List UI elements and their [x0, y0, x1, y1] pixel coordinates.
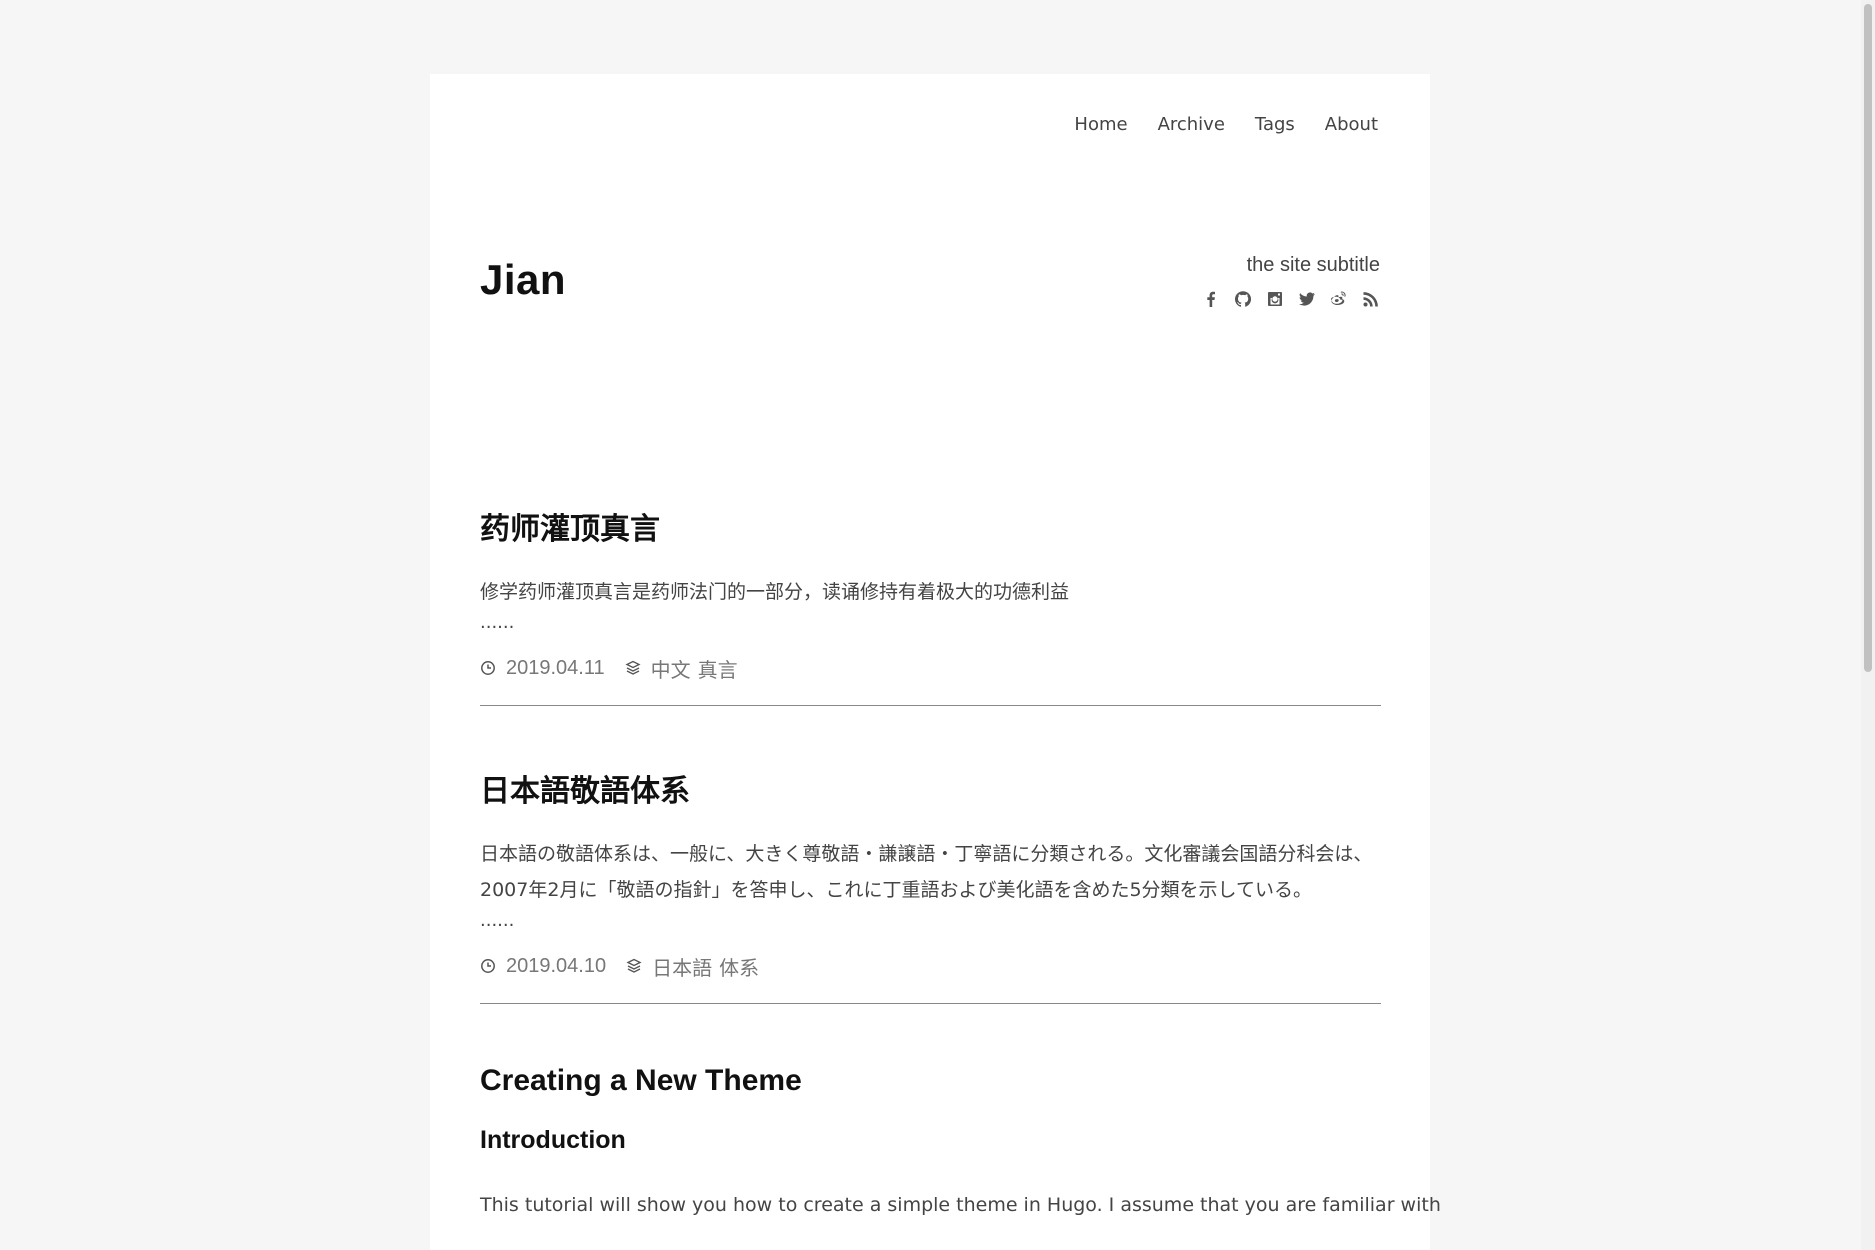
post-title[interactable]: 日本語敬語体系	[480, 766, 1381, 810]
github-icon[interactable]	[1234, 290, 1252, 308]
scrollbar[interactable]	[1861, 0, 1875, 1250]
layers-icon	[626, 958, 644, 976]
tag-link[interactable]: 真言	[698, 660, 738, 682]
clock-icon	[480, 660, 498, 678]
layers-icon	[625, 660, 643, 678]
site-title[interactable]: Jian	[480, 256, 566, 304]
nav-archive[interactable]: Archive	[1158, 114, 1225, 135]
top-nav: Home Archive Tags About	[1074, 114, 1378, 135]
page-card: Home Archive Tags About Jian the site su…	[430, 74, 1441, 1250]
nav-home[interactable]: Home	[1074, 114, 1127, 135]
nav-about[interactable]: About	[1325, 114, 1378, 135]
social-links	[1202, 290, 1380, 308]
post-date: 2019.04.11	[506, 657, 605, 679]
tag-link[interactable]: 中文	[651, 660, 691, 682]
post-item: 药师灌顶真言 修学药师灌顶真言是药师法门的一部分，读诵修持有着极大的功德利益 .…	[480, 504, 1381, 706]
instagram-icon[interactable]	[1266, 290, 1284, 308]
post-ellipsis: ......	[480, 612, 515, 633]
post-meta: 2019.04.10 日本語 体系	[480, 952, 1381, 981]
post-item: 日本語敬語体系 日本語の敬語体系は、一般に、大きく尊敬語・謙譲語・丁寧語に分類さ…	[480, 766, 1381, 1004]
clock-icon	[480, 958, 498, 976]
post-tags: 中文 真言	[651, 654, 745, 683]
site-subtitle: the site subtitle	[1246, 254, 1380, 276]
twitter-icon[interactable]	[1298, 290, 1316, 308]
post-list: 药师灌顶真言 修学药师灌顶真言是药师法门的一部分，读诵修持有着极大的功德利益 .…	[480, 504, 1441, 1223]
post-ellipsis: ......	[480, 910, 515, 931]
scrollbar-thumb[interactable]	[1864, 4, 1872, 672]
post-date: 2019.04.10	[506, 955, 607, 977]
post-meta: 2019.04.11 中文 真言	[480, 654, 1381, 683]
post-title[interactable]: 药师灌顶真言	[480, 504, 1381, 548]
facebook-icon[interactable]	[1202, 290, 1220, 308]
tag-link[interactable]: 日本語	[652, 958, 712, 980]
post-item: Creating a New Theme Introduction This t…	[480, 1064, 1441, 1223]
tag-link[interactable]: 体系	[719, 958, 759, 980]
post-tags: 日本語 体系	[652, 952, 766, 981]
nav-tags[interactable]: Tags	[1255, 114, 1295, 135]
post-summary: This tutorial will show you how to creat…	[480, 1194, 1441, 1216]
post-summary: 日本語の敬語体系は、一般に、大きく尊敬語・謙譲語・丁寧語に分類される。文化審議会…	[480, 843, 1373, 901]
weibo-icon[interactable]	[1330, 290, 1348, 308]
post-subheading: Introduction	[480, 1126, 626, 1154]
post-summary: 修学药师灌顶真言是药师法门的一部分，读诵修持有着极大的功德利益	[480, 581, 1070, 603]
rss-icon[interactable]	[1362, 290, 1380, 308]
post-title[interactable]: Creating a New Theme	[480, 1064, 1381, 1098]
